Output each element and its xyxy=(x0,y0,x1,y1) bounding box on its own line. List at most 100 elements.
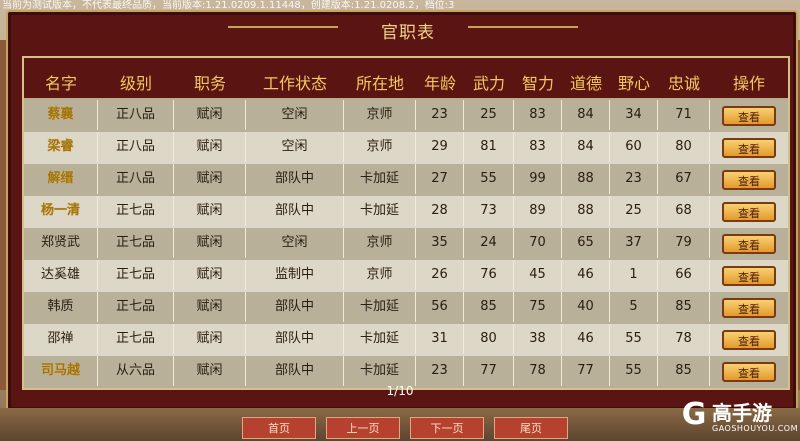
last-page-button[interactable]: 尾页 xyxy=(494,417,568,439)
cell-ambition: 60 xyxy=(610,132,658,162)
cell-loyalty: 79 xyxy=(658,228,710,258)
cell-age: 23 xyxy=(416,356,464,386)
first-page-button[interactable]: 首页 xyxy=(242,417,316,439)
view-button[interactable]: 查看 xyxy=(722,266,776,286)
cell-status: 部队中 xyxy=(246,324,344,354)
cell-rank: 正八品 xyxy=(98,132,174,162)
cell-duty: 赋闲 xyxy=(174,324,246,354)
cell-morality: 84 xyxy=(562,100,610,130)
cell-force: 55 xyxy=(464,164,514,194)
cell-status: 部队中 xyxy=(246,356,344,386)
cell-intellect: 83 xyxy=(514,132,562,162)
cell-age: 23 xyxy=(416,100,464,130)
cell-duty: 赋闲 xyxy=(174,228,246,258)
cell-intellect: 78 xyxy=(514,356,562,386)
cell-force: 25 xyxy=(464,100,514,130)
cell-force: 76 xyxy=(464,260,514,290)
view-button[interactable]: 查看 xyxy=(722,106,776,126)
next-page-button[interactable]: 下一页 xyxy=(410,417,484,439)
cell-force: 77 xyxy=(464,356,514,386)
cell-intellect: 70 xyxy=(514,228,562,258)
cell-location: 卡加延 xyxy=(344,196,416,226)
cell-duty: 赋闲 xyxy=(174,356,246,386)
cell-loyalty: 78 xyxy=(658,324,710,354)
cell-age: 28 xyxy=(416,196,464,226)
cell-location: 卡加延 xyxy=(344,356,416,386)
cell-intellect: 45 xyxy=(514,260,562,290)
cell-ambition: 25 xyxy=(610,196,658,226)
cell-duty: 赋闲 xyxy=(174,196,246,226)
view-button[interactable]: 查看 xyxy=(722,170,776,190)
cell-age: 56 xyxy=(416,292,464,322)
debug-version-text: 当前为测试版本，不代表最终品质，当前版本:1.21.0209.1.11448，创… xyxy=(2,0,455,10)
header-column-intellect: 智力 xyxy=(521,74,554,93)
header-column-age: 年龄 xyxy=(423,74,456,93)
cell-name[interactable]: 郑贤武 xyxy=(24,228,98,258)
page-indicator: 1/10 xyxy=(386,384,414,398)
cell-morality: 77 xyxy=(562,356,610,386)
cell-status: 部队中 xyxy=(246,164,344,194)
cell-rank: 正七品 xyxy=(98,324,174,354)
cell-status: 监制中 xyxy=(246,260,344,290)
header-column-location: 所在地 xyxy=(355,74,404,93)
cell-duty: 赋闲 xyxy=(174,164,246,194)
table-row: 郑贤武 正七品 赋闲 空闲 京师 35 24 70 65 37 79 查看 xyxy=(24,228,788,260)
cell-location: 卡加延 xyxy=(344,324,416,354)
cell-rank: 正八品 xyxy=(98,100,174,130)
view-button[interactable]: 查看 xyxy=(722,202,776,222)
cell-status: 部队中 xyxy=(246,292,344,322)
cell-status: 部队中 xyxy=(246,196,344,226)
cell-ambition: 23 xyxy=(610,164,658,194)
cell-force: 81 xyxy=(464,132,514,162)
view-button[interactable]: 查看 xyxy=(722,362,776,382)
watermark-logo-icon: G xyxy=(681,397,707,432)
cell-name[interactable]: 韩质 xyxy=(24,292,98,322)
cell-intellect: 99 xyxy=(514,164,562,194)
cell-location: 京师 xyxy=(344,100,416,130)
header-column-duty: 职务 xyxy=(193,74,226,93)
cell-location: 京师 xyxy=(344,132,416,162)
table-row: 杨一清 正七品 赋闲 部队中 卡加延 28 73 89 88 25 68 查看 xyxy=(24,196,788,228)
cell-loyalty: 68 xyxy=(658,196,710,226)
cell-ambition: 55 xyxy=(610,324,658,354)
cell-age: 35 xyxy=(416,228,464,258)
cell-morality: 46 xyxy=(562,324,610,354)
cell-name[interactable]: 蔡襄 xyxy=(24,100,98,130)
table-row: 蔡襄 正八品 赋闲 空闲 京师 23 25 83 84 34 71 查看 xyxy=(24,100,788,132)
cell-location: 卡加延 xyxy=(344,292,416,322)
cell-force: 73 xyxy=(464,196,514,226)
cell-ambition: 34 xyxy=(610,100,658,130)
cell-name[interactable]: 司马越 xyxy=(24,356,98,386)
watermark-subtext: GAOSHOUYOU.COM xyxy=(712,424,799,433)
cell-morality: 46 xyxy=(562,260,610,290)
cell-morality: 40 xyxy=(562,292,610,322)
prev-page-button[interactable]: 上一页 xyxy=(326,417,400,439)
cell-morality: 65 xyxy=(562,228,610,258)
cell-morality: 88 xyxy=(562,196,610,226)
table-row: 达奚雄 正七品 赋闲 监制中 京师 26 76 45 46 1 66 查看 xyxy=(24,260,788,292)
cell-intellect: 83 xyxy=(514,100,562,130)
cell-loyalty: 85 xyxy=(658,356,710,386)
cell-ambition: 1 xyxy=(610,260,658,290)
cell-rank: 正七品 xyxy=(98,196,174,226)
cell-age: 31 xyxy=(416,324,464,354)
cell-force: 85 xyxy=(464,292,514,322)
view-button[interactable]: 查看 xyxy=(722,138,776,158)
title-ornament-left xyxy=(228,26,338,28)
view-button[interactable]: 查看 xyxy=(722,330,776,350)
cell-name[interactable]: 邵禅 xyxy=(24,324,98,354)
cell-name[interactable]: 杨一清 xyxy=(24,196,98,226)
view-button[interactable]: 查看 xyxy=(722,298,776,318)
cell-location: 京师 xyxy=(344,228,416,258)
cell-age: 27 xyxy=(416,164,464,194)
cell-duty: 赋闲 xyxy=(174,100,246,130)
table-header: 名字 级别 职务 工作状态 所在地 年龄 武力 智力 道德 野心 忠诚 操作 xyxy=(24,58,788,98)
view-button[interactable]: 查看 xyxy=(722,234,776,254)
header-column-rank: 级别 xyxy=(119,74,152,93)
cell-name[interactable]: 解缙 xyxy=(24,164,98,194)
cell-name[interactable]: 梁睿 xyxy=(24,132,98,162)
cell-name[interactable]: 达奚雄 xyxy=(24,260,98,290)
header-column-force: 武力 xyxy=(472,74,505,93)
cell-rank: 正七品 xyxy=(98,292,174,322)
cell-status: 空闲 xyxy=(246,228,344,258)
